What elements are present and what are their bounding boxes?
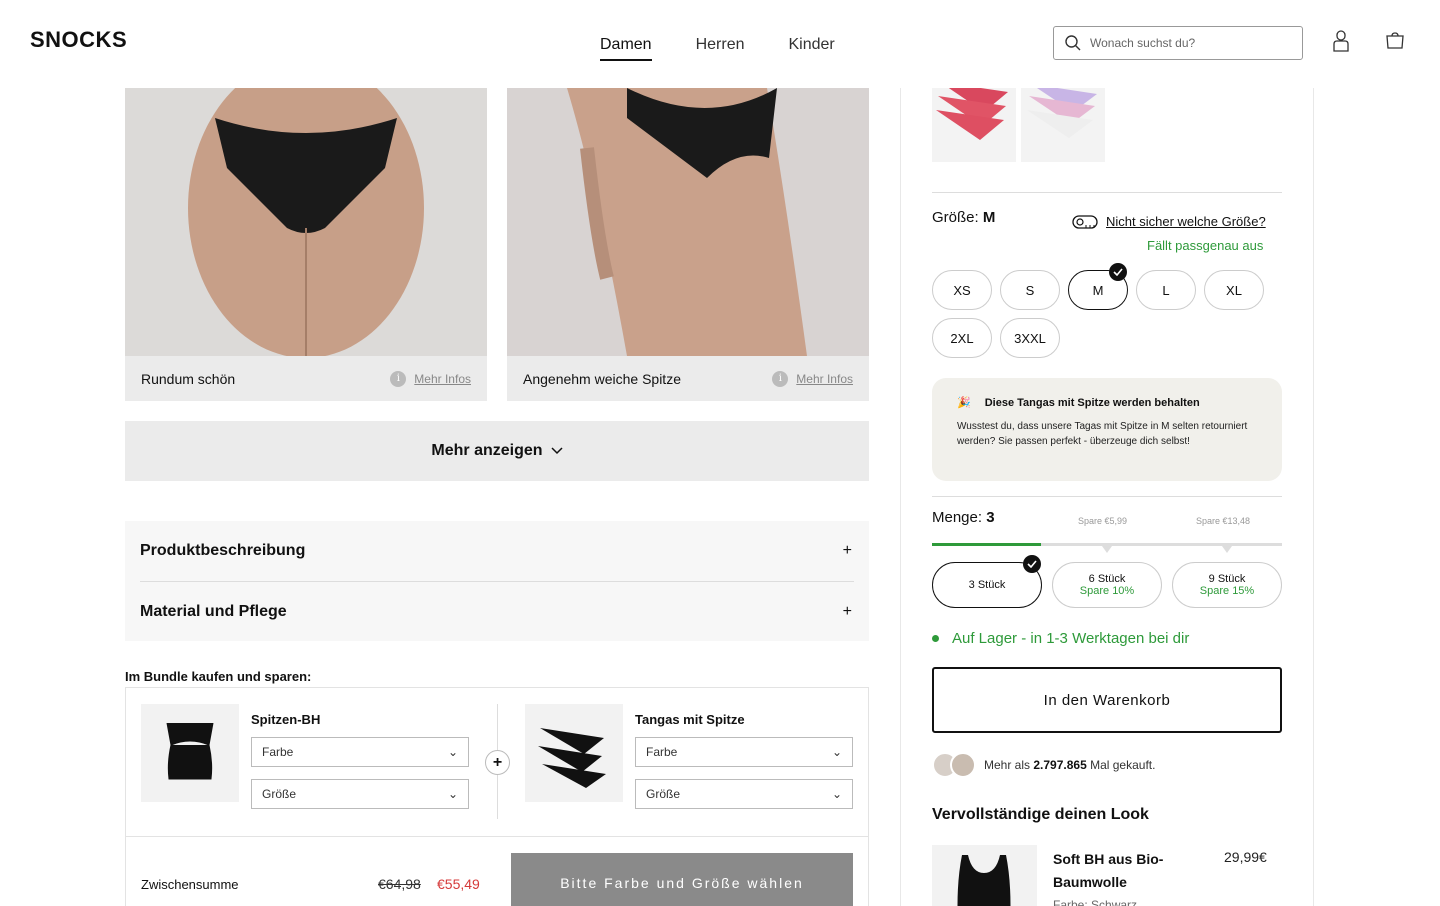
bundle-size-select[interactable]: Größe ⌄ xyxy=(251,779,469,809)
bundle-item-name: Tangas mit Spitze xyxy=(635,712,745,727)
plus-icon: + xyxy=(485,750,510,775)
plus-icon: + xyxy=(842,542,852,559)
old-price: €64,98 xyxy=(378,876,421,892)
info-icon: i xyxy=(772,370,789,387)
bundle-item-image[interactable] xyxy=(525,704,623,802)
fit-note: Fällt passgenau aus xyxy=(1147,238,1264,253)
divider xyxy=(932,192,1282,193)
size-label: Größe: M xyxy=(932,209,996,226)
gallery-card[interactable]: Angenehm weiche Spitze i Mehr Infos xyxy=(507,88,869,401)
bundle-color-select[interactable]: Farbe ⌄ xyxy=(251,737,469,767)
size-option-3xxl[interactable]: 3XXL xyxy=(1000,318,1060,358)
bundle-item-image[interactable] xyxy=(141,704,239,802)
chevron-down-icon: ⌄ xyxy=(447,787,458,801)
size-option-s[interactable]: S xyxy=(1000,270,1060,310)
product-photo xyxy=(125,88,487,356)
chevron-down-icon: ⌄ xyxy=(447,745,458,759)
quantity-label: Menge: 3 xyxy=(932,509,995,526)
gallery-caption: Rundum schön i Mehr Infos xyxy=(125,356,487,401)
size-option-xl[interactable]: XL xyxy=(1204,270,1264,310)
product-photo xyxy=(507,88,869,356)
chevron-down-icon: ⌄ xyxy=(831,787,842,801)
bundle-title: Im Bundle kaufen und sparen: xyxy=(125,669,312,684)
social-proof: Mehr als 2.797.865 Mal gekauft. xyxy=(932,752,1155,778)
color-swatch-pastel[interactable] xyxy=(1021,88,1105,162)
size-option-l[interactable]: L xyxy=(1136,270,1196,310)
quantity-option-6[interactable]: 6 Stück Spare 10% xyxy=(1052,562,1162,608)
caption-text: Rundum schön xyxy=(141,370,236,387)
size-option-2xl[interactable]: 2XL xyxy=(932,318,992,358)
measuring-tape-icon xyxy=(1072,214,1098,229)
save-hint: Spare €13,48 xyxy=(1196,516,1251,526)
more-info-link[interactable]: i Mehr Infos xyxy=(390,370,471,387)
party-icon: 🎉 xyxy=(957,397,971,409)
status-dot xyxy=(932,635,939,642)
check-icon xyxy=(1109,263,1127,281)
avatar xyxy=(950,752,976,778)
save-hint: Spare €5,99 xyxy=(1078,516,1128,526)
subtotal-label: Zwischensumme xyxy=(141,877,239,892)
size-help-link[interactable]: Nicht sicher welche Größe? xyxy=(1072,214,1266,229)
nav-item-damen[interactable]: Damen xyxy=(600,36,652,61)
nav-item-herren[interactable]: Herren xyxy=(696,36,745,61)
chevron-down-icon: ⌄ xyxy=(831,745,842,759)
search-box[interactable] xyxy=(1053,26,1303,60)
caption-text: Angenehm weiche Spitze xyxy=(523,370,681,387)
search-input[interactable] xyxy=(1090,36,1280,50)
new-price: €55,49 xyxy=(437,876,480,892)
quantity-option-9[interactable]: 9 Stück Spare 15% xyxy=(1172,562,1282,608)
brand-logo[interactable]: SNOCKS xyxy=(30,27,127,53)
bundle-add-button[interactable]: Bitte Farbe und Größe wählen xyxy=(511,853,853,906)
accordion-material-care[interactable]: Material und Pflege + xyxy=(140,581,854,641)
chevron-down-icon xyxy=(551,447,563,455)
bundle-size-select[interactable]: Größe ⌄ xyxy=(635,779,853,809)
complete-look-title: Vervollständige deinen Look xyxy=(932,806,1149,823)
bundle-color-select[interactable]: Farbe ⌄ xyxy=(635,737,853,767)
account-icon[interactable] xyxy=(1333,30,1349,52)
nav-item-kinder[interactable]: Kinder xyxy=(788,36,834,61)
accordion-product-description[interactable]: Produktbeschreibung + xyxy=(140,521,854,581)
progress-fill xyxy=(932,543,1041,546)
more-info-link[interactable]: i Mehr Infos xyxy=(772,370,853,387)
look-product-name[interactable]: Soft BH aus Bio-Baumwolle xyxy=(1053,848,1193,894)
progress-marker xyxy=(1102,546,1112,553)
show-more-button[interactable]: Mehr anzeigen xyxy=(125,421,869,481)
plus-icon: + xyxy=(842,602,852,620)
size-option-xs[interactable]: XS xyxy=(932,270,992,310)
progress-marker xyxy=(1222,546,1232,553)
cart-icon[interactable] xyxy=(1386,32,1404,49)
look-product-color: Farbe: Schwarz xyxy=(1053,898,1138,906)
add-to-cart-button[interactable]: In den Warenkorb xyxy=(932,667,1282,733)
look-product-price: 29,99€ xyxy=(1224,849,1267,865)
check-icon xyxy=(1023,555,1041,573)
info-notice: 🎉 Diese Tangas mit Spitze werden behalten… xyxy=(932,378,1282,481)
gallery-caption: Angenehm weiche Spitze i Mehr Infos xyxy=(507,356,869,401)
bundle-footer: Zwischensumme €64,98 €55,49 Bitte Farbe … xyxy=(126,836,868,906)
main-nav: Damen Herren Kinder xyxy=(600,36,835,61)
stock-status: Auf Lager - in 1-3 Werktagen bei dir xyxy=(932,630,1189,647)
site-header: SNOCKS Damen Herren Kinder xyxy=(0,0,1440,88)
gallery-card[interactable]: Rundum schön i Mehr Infos xyxy=(125,88,487,401)
info-icon: i xyxy=(390,370,407,387)
color-swatch-red[interactable] xyxy=(932,88,1016,162)
look-product-image[interactable] xyxy=(932,845,1037,906)
bundle-box: Spitzen-BH Farbe ⌄ Größe ⌄ + Tangas mit Sp… xyxy=(125,687,869,906)
bundle-item-name: Spitzen-BH xyxy=(251,712,321,727)
product-accordion: Produktbeschreibung + Material und Pflege… xyxy=(125,521,869,641)
search-icon xyxy=(1065,35,1081,51)
divider xyxy=(932,496,1282,497)
